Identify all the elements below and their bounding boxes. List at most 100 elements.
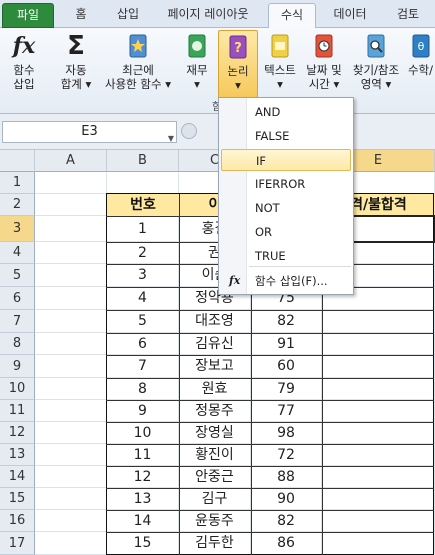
sigma-icon: Σ xyxy=(67,31,85,61)
grid-cell[interactable] xyxy=(35,310,107,333)
autosum-label-1: 자동 xyxy=(65,63,87,77)
math-trig-button[interactable]: θ 수학/ xyxy=(406,30,435,100)
logical-label-2: ▾ xyxy=(235,78,241,92)
grid-cell[interactable] xyxy=(35,194,107,216)
menu-item-false[interactable]: FALSE xyxy=(221,125,351,147)
menu-item-if[interactable]: IF xyxy=(221,149,351,171)
logical-button[interactable]: ? 논리 ▾ xyxy=(218,30,258,100)
menu-item-insert-function[interactable]: fx 함수 삽입(F)... xyxy=(221,270,351,292)
tab-data[interactable]: 데이터 xyxy=(326,3,374,28)
row-header[interactable]: 15 xyxy=(0,488,35,510)
row-header[interactable]: 12 xyxy=(0,422,35,444)
grid-cell[interactable] xyxy=(35,333,107,355)
datetime-label-2: 시간 ▾ xyxy=(308,77,340,91)
row-header[interactable]: 1 xyxy=(0,172,35,194)
fx-icon: fx xyxy=(12,33,36,59)
grid-cell[interactable] xyxy=(35,400,107,422)
grid-cell[interactable] xyxy=(35,466,107,488)
tab-formulas[interactable]: 수식 xyxy=(268,3,316,29)
recently-used-button[interactable]: 최근에 사용한 함수 ▾ xyxy=(98,30,178,100)
tab-page-layout[interactable]: 페이지 레이아웃 xyxy=(158,3,258,28)
lookup-reference-button[interactable]: 찾기/참조 영역 ▾ xyxy=(348,30,404,100)
row-header[interactable]: 8 xyxy=(0,333,35,355)
table-column-line xyxy=(179,194,180,555)
text-book-icon xyxy=(271,34,289,58)
financial-button[interactable]: 재무 ▾ xyxy=(180,30,214,100)
column-header-b[interactable]: B xyxy=(107,150,179,172)
table-row-line xyxy=(106,422,434,423)
chevron-down-icon[interactable]: ▼ xyxy=(168,129,174,149)
grid-cell[interactable] xyxy=(35,355,107,378)
money-book-icon xyxy=(188,34,206,58)
row-header[interactable]: 9 xyxy=(0,355,35,378)
name-box-value: E3 xyxy=(81,124,98,139)
row-header[interactable]: 3 xyxy=(0,216,35,242)
row-header[interactable]: 7 xyxy=(0,310,35,333)
row-header[interactable]: 2 xyxy=(0,194,35,216)
table-row-line xyxy=(106,510,434,511)
table-row-line xyxy=(106,532,434,533)
name-box[interactable]: E3 ▼ xyxy=(2,121,177,143)
grid-cell[interactable] xyxy=(35,422,107,444)
row-header[interactable]: 6 xyxy=(0,287,35,310)
menu-item-and[interactable]: AND xyxy=(221,101,351,123)
svg-text:?: ? xyxy=(234,41,242,56)
row-header[interactable]: 10 xyxy=(0,378,35,400)
grid-cell[interactable] xyxy=(35,264,107,287)
formula-bar-grip-icon[interactable] xyxy=(181,123,197,139)
text-functions-button[interactable]: 텍스트 ▾ xyxy=(261,30,299,100)
row-header[interactable]: 5 xyxy=(0,264,35,287)
math-label-1: 수학/ xyxy=(407,63,434,77)
menu-item-not[interactable]: NOT xyxy=(221,197,351,219)
ribbon-tab-bar: 파일 홈 삽입 페이지 레이아웃 수식 데이터 검토 xyxy=(0,0,435,29)
grid-cell[interactable] xyxy=(35,287,107,310)
row-header[interactable]: 17 xyxy=(0,532,35,555)
table-row-line xyxy=(106,333,434,334)
row-header[interactable]: 11 xyxy=(0,400,35,422)
column-header-a[interactable]: A xyxy=(35,150,107,172)
text-label-2: ▾ xyxy=(277,77,283,91)
menu-item-or[interactable]: OR xyxy=(221,221,351,243)
table-row-line xyxy=(106,378,434,379)
grid-cell[interactable] xyxy=(35,242,107,264)
grid-cell[interactable] xyxy=(35,510,107,532)
table-row-line xyxy=(106,466,434,467)
row-header[interactable]: 13 xyxy=(0,444,35,466)
menu-item-true[interactable]: TRUE xyxy=(221,245,351,267)
clock-book-icon xyxy=(315,34,333,58)
table-row-line xyxy=(106,488,434,489)
recent-label-2: 사용한 함수 ▾ xyxy=(105,77,171,91)
grid-cell[interactable] xyxy=(107,172,179,194)
grid-cell[interactable] xyxy=(35,444,107,466)
insert-function-button[interactable]: fx 함수 삽입 xyxy=(4,30,44,100)
grid-cell[interactable] xyxy=(35,172,107,194)
financial-label-1: 재무 xyxy=(186,63,208,77)
row-header[interactable]: 14 xyxy=(0,466,35,488)
insert-function-menu-label: 함수 삽입(F)... xyxy=(255,274,328,288)
grid-cell[interactable] xyxy=(35,216,107,242)
menu-separator xyxy=(249,266,351,267)
insert-function-label-2: 삽입 xyxy=(13,77,35,91)
date-time-button[interactable]: 날짜 및 시간 ▾ xyxy=(302,30,346,100)
insert-function-label-1: 함수 xyxy=(13,63,35,77)
tab-insert[interactable]: 삽입 xyxy=(108,3,148,28)
autosum-button[interactable]: Σ 자동 합계 ▾ xyxy=(55,30,97,100)
row-header[interactable]: 4 xyxy=(0,242,35,264)
svg-text:θ: θ xyxy=(417,40,424,53)
row-header[interactable]: 16 xyxy=(0,510,35,532)
tab-review[interactable]: 검토 xyxy=(388,3,428,28)
fx-icon: fx xyxy=(229,274,241,287)
select-all-corner[interactable] xyxy=(0,150,35,172)
logical-label-1: 논리 xyxy=(227,64,249,78)
lookup-label-1: 찾기/참조 xyxy=(352,63,400,77)
tab-file[interactable]: 파일 xyxy=(2,3,54,28)
tab-home[interactable]: 홈 xyxy=(66,3,96,28)
grid-cell[interactable] xyxy=(35,532,107,555)
menu-item-iferror[interactable]: IFERROR xyxy=(221,173,351,195)
grid-cell[interactable] xyxy=(35,488,107,510)
magnifier-book-icon xyxy=(367,34,385,58)
table-row-line xyxy=(106,444,434,445)
table-row-line xyxy=(106,355,434,356)
table-row-line xyxy=(106,310,434,311)
grid-cell[interactable] xyxy=(35,378,107,400)
